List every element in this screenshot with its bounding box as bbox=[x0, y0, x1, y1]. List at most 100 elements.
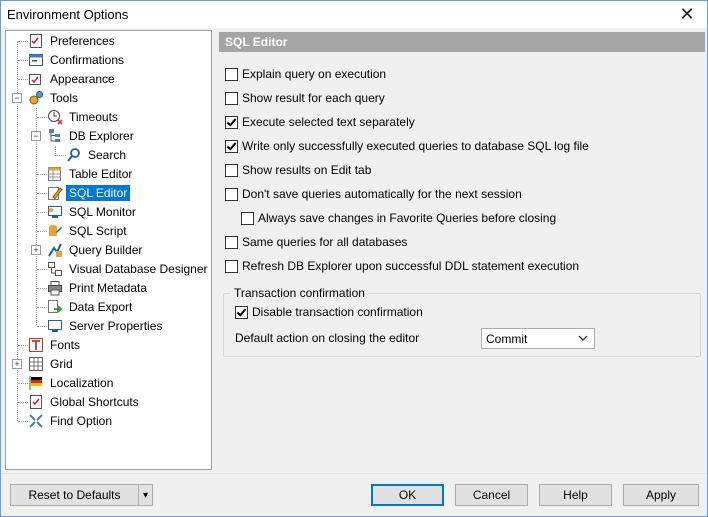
checkbox[interactable] bbox=[225, 91, 238, 105]
option-label: Disable transaction confirmation bbox=[252, 305, 423, 319]
option-always-save-favorite-queries[interactable]: Always save changes in Favorite Queries … bbox=[241, 211, 556, 225]
option-disable-transaction-confirmation[interactable]: Disable transaction confirmation bbox=[235, 305, 423, 319]
tree-item-label: Query Builder bbox=[69, 243, 143, 257]
tree-item-grid[interactable]: Grid bbox=[28, 355, 76, 373]
tree-item-tools[interactable]: Tools bbox=[28, 89, 81, 107]
table-icon bbox=[48, 167, 61, 181]
document-icon bbox=[30, 34, 42, 48]
option-label: Execute selected text separately bbox=[242, 115, 415, 129]
chevron-down-icon bbox=[578, 331, 588, 348]
tree-item-label: Localization bbox=[50, 376, 114, 390]
checkbox[interactable] bbox=[235, 305, 248, 319]
tree-item-label: SQL Script bbox=[69, 224, 127, 238]
tree-item-label: Search bbox=[88, 148, 127, 162]
option-label: Show result for each query bbox=[242, 91, 385, 105]
tree-item-server-properties[interactable]: Server Properties bbox=[47, 317, 165, 335]
tree-item-sql-monitor[interactable]: SQL Monitor bbox=[47, 203, 139, 221]
option-same-queries-all-databases[interactable]: Same queries for all databases bbox=[225, 235, 407, 249]
tree-item-visual-database-designer[interactable]: Visual Database Designer bbox=[47, 260, 211, 278]
window-title: Environment Options bbox=[7, 7, 129, 22]
separator bbox=[1, 473, 707, 474]
tree-item-fonts[interactable]: Fonts bbox=[28, 336, 83, 354]
tree-item-label: DB Explorer bbox=[69, 129, 134, 143]
select-value: Commit bbox=[486, 331, 528, 346]
help-button[interactable]: Help bbox=[539, 484, 612, 506]
checkbox[interactable] bbox=[225, 67, 238, 81]
tree-item-preferences[interactable]: Preferences bbox=[28, 32, 118, 50]
cancel-button[interactable]: Cancel bbox=[455, 484, 528, 506]
option-show-results-edit-tab[interactable]: Show results on Edit tab bbox=[225, 163, 371, 177]
reset-dropdown-button[interactable]: ▾ bbox=[138, 484, 153, 506]
dialog-icon bbox=[29, 54, 43, 66]
tree-item-label: Print Metadata bbox=[69, 281, 148, 295]
db-explorer-expander[interactable]: − bbox=[31, 131, 41, 141]
tree-item-label: Confirmations bbox=[50, 53, 125, 67]
find-icon bbox=[29, 414, 43, 428]
grid-icon bbox=[29, 357, 43, 371]
checkbox[interactable] bbox=[241, 211, 254, 225]
close-icon[interactable]: ✕ bbox=[675, 3, 699, 25]
shortcuts-icon bbox=[30, 395, 42, 409]
tree-item-appearance[interactable]: Appearance bbox=[28, 70, 118, 88]
tree-item-label: Appearance bbox=[50, 72, 115, 86]
tree-item-confirmations[interactable]: Confirmations bbox=[28, 51, 127, 69]
default-action-label: Default action on closing the editor bbox=[235, 331, 420, 345]
option-label: Write only successfully executed queries… bbox=[242, 139, 589, 153]
title-bar: Environment Options ✕ bbox=[1, 1, 707, 28]
tree-item-global-shortcuts[interactable]: Global Shortcuts bbox=[28, 393, 142, 411]
option-refresh-db-explorer[interactable]: Refresh DB Explorer upon successful DDL … bbox=[225, 259, 579, 273]
tree-item-label: Tools bbox=[50, 91, 79, 105]
transaction-confirmation-group bbox=[223, 293, 701, 357]
option-label: Always save changes in Favorite Queries … bbox=[258, 211, 557, 225]
checkbox[interactable] bbox=[225, 163, 238, 177]
tree-item-timeouts[interactable]: Timeouts bbox=[47, 108, 121, 126]
grid-expander[interactable]: + bbox=[12, 359, 22, 369]
query-builder-expander[interactable]: + bbox=[31, 245, 41, 255]
default-action-select[interactable]: Commit bbox=[481, 328, 595, 349]
checkbox[interactable] bbox=[225, 115, 238, 129]
tree-item-label: Fonts bbox=[50, 338, 81, 352]
tree-item-find-option[interactable]: Find Option bbox=[28, 412, 115, 430]
tree-item-label: Table Editor bbox=[69, 167, 133, 181]
tree-item-query-builder[interactable]: Query Builder bbox=[47, 241, 145, 259]
tree-item-table-editor[interactable]: Table Editor bbox=[47, 165, 135, 183]
checkbox[interactable] bbox=[225, 259, 238, 273]
tree-item-label: Find Option bbox=[50, 414, 113, 428]
option-show-result-each-query[interactable]: Show result for each query bbox=[225, 91, 385, 105]
tree-icon bbox=[49, 129, 60, 142]
section-header: SQL Editor bbox=[219, 32, 705, 52]
printer-icon bbox=[48, 281, 62, 296]
reset-to-defaults-button[interactable]: Reset to Defaults bbox=[10, 484, 139, 506]
tree-item-print-metadata[interactable]: Print Metadata bbox=[47, 279, 150, 297]
option-explain-query[interactable]: Explain query on execution bbox=[225, 67, 386, 81]
tree-item-data-export[interactable]: Data Export bbox=[47, 298, 135, 316]
tools-expander[interactable]: − bbox=[12, 93, 22, 103]
tree-item-localization[interactable]: Localization bbox=[28, 374, 116, 392]
script-icon bbox=[49, 225, 62, 236]
option-label: Explain query on execution bbox=[242, 67, 387, 81]
export-icon bbox=[48, 300, 63, 313]
server-icon bbox=[48, 320, 62, 332]
option-dont-save-queries[interactable]: Don't save queries automatically for the… bbox=[225, 187, 522, 201]
option-label: Don't save queries automatically for the… bbox=[242, 187, 522, 201]
option-execute-selected-text[interactable]: Execute selected text separately bbox=[225, 115, 415, 129]
tree-item-label: SQL Monitor bbox=[69, 205, 136, 219]
tree-item-sql-script[interactable]: SQL Script bbox=[47, 222, 130, 240]
clock-icon bbox=[48, 110, 63, 125]
checkbox[interactable] bbox=[225, 187, 238, 201]
options-tree[interactable]: Preferences Confirmations Appearance − T… bbox=[5, 30, 212, 470]
tree-item-db-explorer[interactable]: DB Explorer bbox=[47, 127, 137, 145]
tree-item-label: Server Properties bbox=[69, 319, 163, 333]
tree-item-sql-editor[interactable]: SQL Editor bbox=[47, 184, 131, 202]
monitor-icon bbox=[48, 206, 62, 218]
option-write-successful-queries-log[interactable]: Write only successfully executed queries… bbox=[225, 139, 589, 153]
checkbox[interactable] bbox=[225, 139, 238, 153]
ok-button[interactable]: OK bbox=[371, 484, 444, 506]
tree-item-label: Global Shortcuts bbox=[50, 395, 139, 409]
font-icon bbox=[29, 338, 43, 352]
tree-item-search[interactable]: Search bbox=[66, 146, 129, 164]
appearance-icon bbox=[29, 74, 41, 85]
apply-button[interactable]: Apply bbox=[623, 484, 699, 506]
tree-item-label: Grid bbox=[50, 357, 73, 371]
checkbox[interactable] bbox=[225, 235, 238, 249]
